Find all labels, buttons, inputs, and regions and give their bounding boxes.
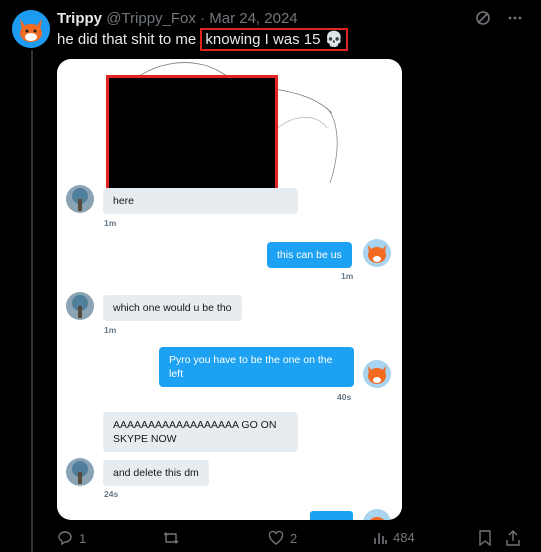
tree-avatar-icon [66, 185, 94, 213]
bookmark-icon [479, 530, 491, 546]
like-count: 2 [290, 530, 298, 546]
display-name[interactable]: Trippy [57, 10, 102, 27]
dm-timestamp: 40s [337, 392, 352, 402]
dm-avatar-other [66, 292, 94, 320]
tree-avatar-icon [66, 458, 94, 486]
header-actions [475, 10, 523, 26]
tree-avatar-icon [66, 292, 94, 320]
tweet-text: he did that shit to me knowing I was 15 … [57, 28, 349, 51]
views-button[interactable]: 484 [373, 530, 415, 545]
dm-message-out: Pyro you have to be the one on the left [159, 347, 354, 387]
dm-message-in: which one would u be tho [103, 295, 242, 321]
tweet-actions: 1 2 484 [57, 530, 527, 550]
thread-line [31, 50, 33, 552]
heart-icon [268, 530, 284, 545]
dm-avatar-other [66, 458, 94, 486]
user-avatar[interactable] [12, 10, 50, 48]
view-count: 484 [393, 530, 415, 545]
censor-box [106, 75, 278, 192]
dm-message-in: AAAAAAAAAAAAAAAAAA GO ON SKYPE NOW [103, 412, 298, 452]
more-options-icon[interactable] [507, 10, 523, 26]
reply-icon [58, 531, 72, 546]
dm-avatar-self-partial [363, 509, 391, 520]
dm-avatar-other [66, 185, 94, 213]
tweet-header: Trippy @Trippy_Fox · Mar 24, 2024 [57, 10, 298, 27]
dm-message-out: this can be us [267, 242, 352, 268]
reply-button[interactable]: 1 [57, 530, 86, 546]
highlighted-text-box: knowing I was 15 💀 [200, 28, 349, 51]
dm-avatar-self [363, 239, 391, 267]
repost-icon [163, 532, 179, 544]
dm-timestamp: 1m [341, 271, 354, 281]
highlighted-text: knowing I was 15 [205, 31, 321, 48]
dm-screenshot-image[interactable]: here 1m this can be us 1m which one woul… [57, 59, 402, 520]
tweet-date[interactable]: Mar 24, 2024 [209, 10, 297, 27]
bookmark-button[interactable] [478, 530, 492, 546]
views-chart-icon [374, 532, 387, 544]
share-icon [506, 530, 520, 546]
grok-icon[interactable] [475, 10, 491, 26]
skull-emoji: 💀 [324, 31, 344, 48]
dm-timestamp: 1m [104, 325, 117, 335]
separator: · [200, 10, 206, 27]
handle[interactable]: @Trippy_Fox [106, 10, 196, 27]
dm-timestamp: 1m [104, 218, 117, 228]
fox-avatar-icon [363, 239, 391, 267]
dm-message-in: here [103, 188, 298, 214]
dm-avatar-self [363, 360, 391, 388]
like-button[interactable]: 2 [268, 530, 297, 546]
reply-count: 1 [79, 530, 87, 546]
share-button[interactable] [505, 530, 521, 546]
repost-button[interactable] [162, 530, 186, 546]
dm-message-out-partial [310, 511, 353, 520]
dm-message-in: and delete this dm [103, 460, 209, 486]
fox-avatar-icon [363, 360, 391, 388]
dm-timestamp: 24s [104, 489, 119, 499]
tweet-text-plain: he did that shit to me [57, 31, 201, 48]
fox-avatar-icon [363, 509, 391, 520]
fox-avatar-icon [12, 10, 50, 48]
